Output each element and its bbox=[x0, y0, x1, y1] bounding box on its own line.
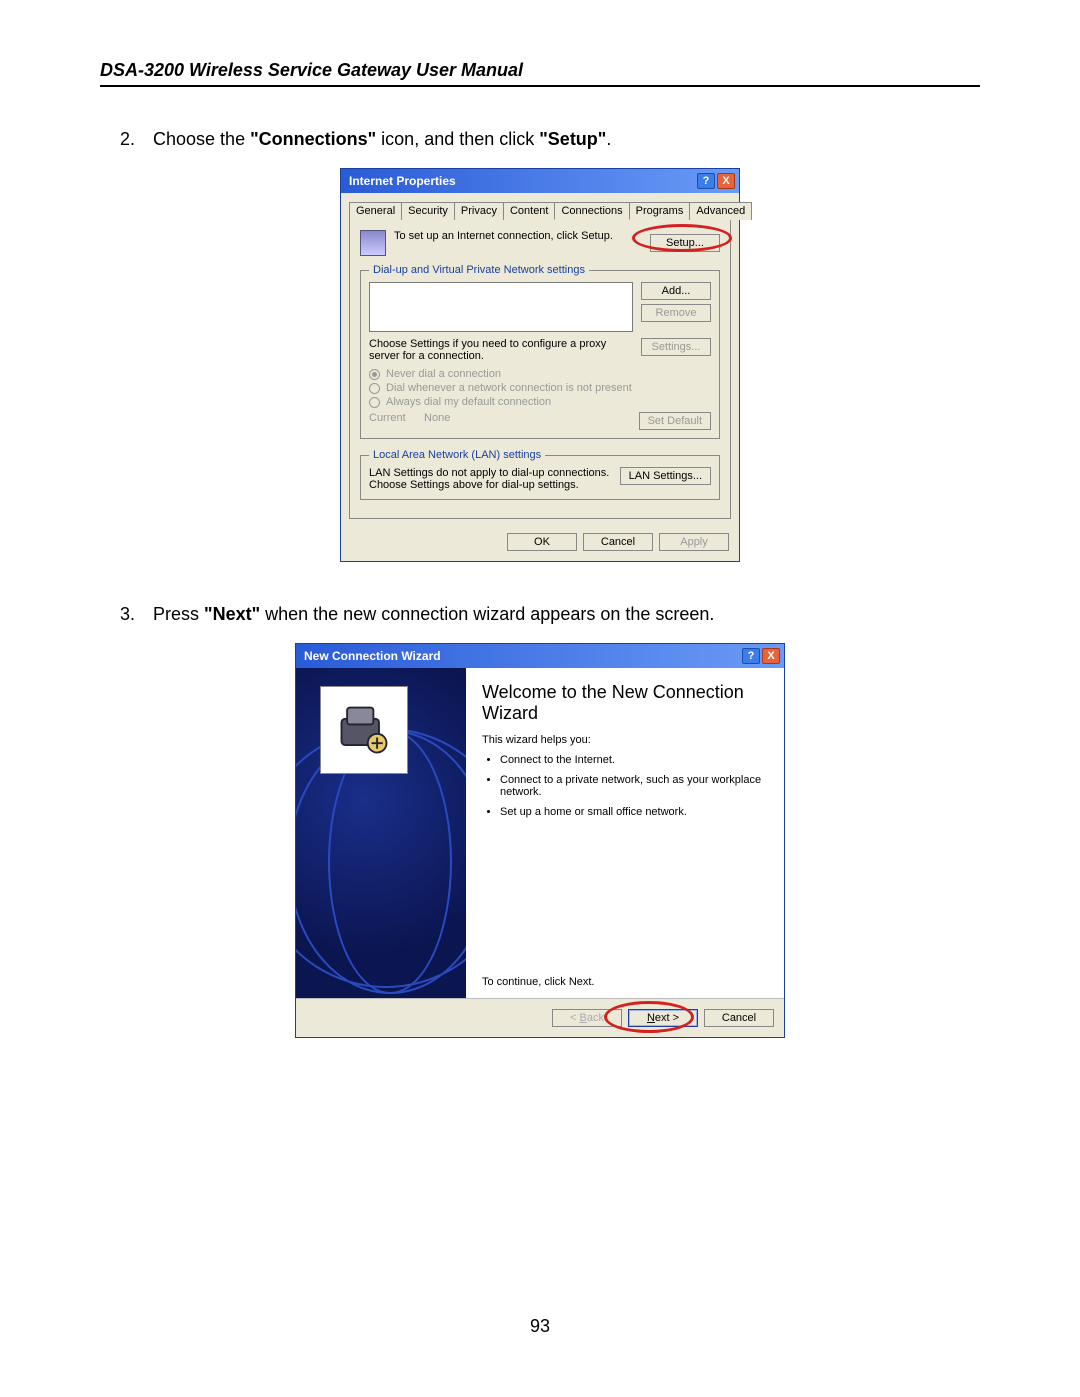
help-button-icon[interactable]: ? bbox=[742, 648, 760, 664]
apply-button: Apply bbox=[659, 533, 729, 551]
cancel-button[interactable]: Cancel bbox=[583, 533, 653, 551]
page-number: 93 bbox=[0, 1316, 1080, 1337]
wizard-continue-text: To continue, click Next. bbox=[482, 976, 768, 988]
list-item: Connect to a private network, such as yo… bbox=[500, 774, 768, 798]
tab-general[interactable]: General bbox=[349, 202, 402, 220]
ok-button[interactable]: OK bbox=[507, 533, 577, 551]
tab-programs[interactable]: Programs bbox=[629, 202, 691, 220]
settings-button: Settings... bbox=[641, 338, 711, 356]
set-default-button: Set Default bbox=[639, 412, 711, 430]
wizard-bullet-list: Connect to the Internet. Connect to a pr… bbox=[500, 754, 768, 826]
remove-button: Remove bbox=[641, 304, 711, 322]
wizard-intro-text: This wizard helps you: bbox=[482, 734, 768, 746]
wizard-side-banner bbox=[296, 668, 466, 998]
dialog-title: Internet Properties bbox=[349, 174, 456, 188]
internet-properties-titlebar[interactable]: Internet Properties ? X bbox=[341, 169, 739, 193]
radio-always-dial: Always dial my default connection bbox=[369, 396, 711, 408]
tab-content[interactable]: Content bbox=[503, 202, 556, 220]
page-header: DSA-3200 Wireless Service Gateway User M… bbox=[100, 60, 980, 87]
setup-button[interactable]: Setup... bbox=[650, 234, 720, 252]
new-connection-wizard-dialog: New Connection Wizard ? X bbox=[295, 643, 785, 1038]
radio-never-dial: Never dial a connection bbox=[369, 368, 711, 380]
wizard-titlebar[interactable]: New Connection Wizard ? X bbox=[296, 644, 784, 668]
wizard-heading: Welcome to the New Connection Wizard bbox=[482, 682, 768, 724]
list-item: Connect to the Internet. bbox=[500, 754, 768, 766]
network-icon bbox=[360, 230, 386, 256]
lan-settings-button[interactable]: LAN Settings... bbox=[620, 467, 711, 485]
current-value: None bbox=[424, 412, 450, 424]
connections-listbox[interactable] bbox=[369, 282, 633, 332]
radio-dial-when-absent: Dial whenever a network connection is no… bbox=[369, 382, 711, 394]
close-icon[interactable]: X bbox=[717, 173, 735, 189]
wizard-side-icon bbox=[320, 686, 408, 774]
next-button[interactable]: Next >Next > bbox=[628, 1009, 698, 1027]
tab-security[interactable]: Security bbox=[401, 202, 455, 220]
proxy-hint-text: Choose Settings if you need to configure… bbox=[369, 338, 633, 362]
dialup-vpn-group: Dial-up and Virtual Private Network sett… bbox=[360, 264, 720, 439]
tab-connections[interactable]: Connections bbox=[554, 202, 629, 220]
help-button-icon[interactable]: ? bbox=[697, 173, 715, 189]
tab-strip: General Security Privacy Content Connect… bbox=[349, 201, 731, 219]
close-icon[interactable]: X bbox=[762, 648, 780, 664]
wizard-cancel-button[interactable]: Cancel bbox=[704, 1009, 774, 1027]
internet-properties-dialog: Internet Properties ? X General Security… bbox=[340, 168, 740, 562]
dialup-vpn-legend: Dial-up and Virtual Private Network sett… bbox=[369, 264, 589, 276]
step-2-text: 2. Choose the "Connections" icon, and th… bbox=[120, 127, 980, 152]
add-button[interactable]: Add... bbox=[641, 282, 711, 300]
lan-hint-text: LAN Settings do not apply to dial-up con… bbox=[369, 467, 612, 491]
back-button: < BBackack bbox=[552, 1009, 622, 1027]
current-label: Current bbox=[369, 412, 406, 424]
lan-settings-group: Local Area Network (LAN) settings LAN Se… bbox=[360, 449, 720, 500]
tab-privacy[interactable]: Privacy bbox=[454, 202, 504, 220]
step-3-text: 3. Press "Next" when the new connection … bbox=[120, 602, 980, 627]
lan-settings-legend: Local Area Network (LAN) settings bbox=[369, 449, 545, 461]
wizard-title: New Connection Wizard bbox=[304, 649, 441, 663]
list-item: Set up a home or small office network. bbox=[500, 806, 768, 818]
setup-hint-text: To set up an Internet connection, click … bbox=[394, 230, 642, 242]
tab-advanced[interactable]: Advanced bbox=[689, 202, 752, 220]
